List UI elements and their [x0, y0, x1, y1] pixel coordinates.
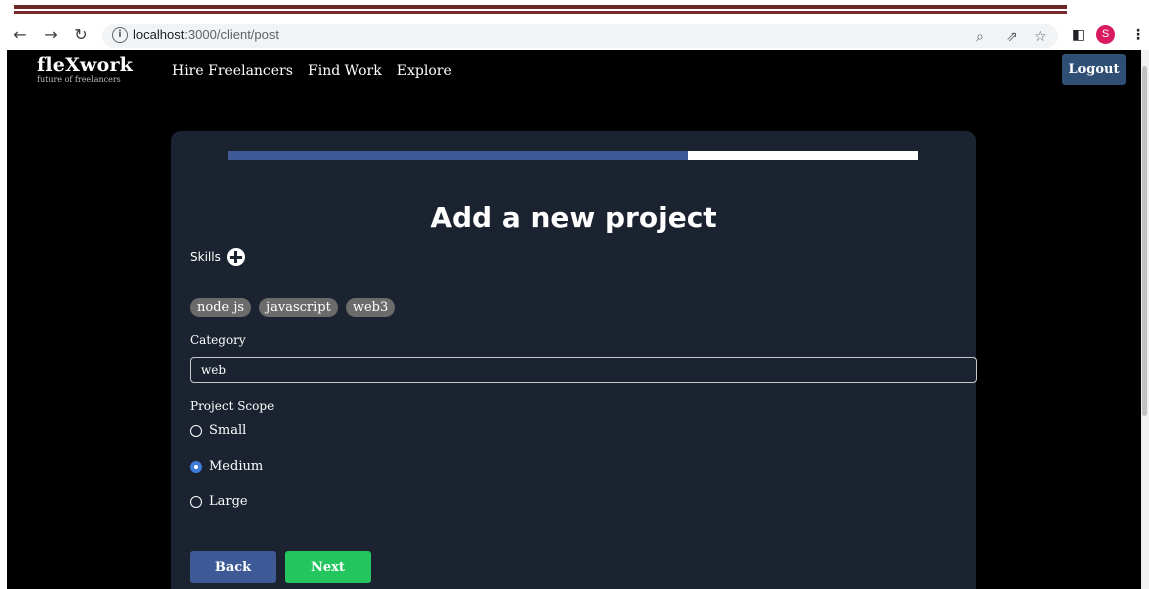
nav-explore[interactable]: Explore	[397, 63, 452, 79]
back-button[interactable]: Back	[190, 551, 276, 583]
menu-icon[interactable]: ⋮	[1131, 25, 1145, 45]
star-icon[interactable]: ☆	[1034, 27, 1047, 47]
strip-line	[14, 11, 1067, 14]
add-skill-icon[interactable]	[226, 248, 245, 266]
scope-option-medium[interactable]: Medium	[190, 459, 263, 474]
nav-hire-freelancers[interactable]: Hire Freelancers	[172, 63, 293, 79]
brand-tagline: future of freelancers	[37, 75, 121, 84]
skill-chips: node js javascript web3	[190, 298, 403, 317]
sidebar-icon[interactable]: ◧	[1072, 25, 1085, 45]
strip-line	[14, 5, 1067, 9]
browser-toolbar: ← → ↻ i localhost:3000/client/post ⌕ ⇗ ☆…	[0, 22, 1149, 50]
avatar[interactable]: S	[1096, 25, 1115, 44]
url-host: localhost	[133, 27, 185, 42]
skill-chip[interactable]: web3	[345, 298, 396, 317]
progress-fill	[228, 151, 689, 160]
url-text[interactable]: localhost:3000/client/post	[133, 27, 279, 42]
project-form-card: Add a new project Skills node js javascr…	[171, 131, 977, 589]
radio-button-checked[interactable]	[190, 460, 202, 473]
reload-icon[interactable]: ↻	[71, 25, 91, 45]
skill-chip[interactable]: node js	[190, 298, 252, 317]
radio-label: Large	[209, 494, 248, 509]
radio-label: Small	[209, 423, 247, 438]
info-icon[interactable]: i	[112, 27, 128, 43]
category-label: Category	[190, 333, 246, 347]
url-path: :3000/client/post	[184, 27, 279, 42]
forward-arrow-icon[interactable]: →	[41, 25, 61, 45]
app-viewport: fleXwork future of freelancers Hire Free…	[7, 50, 1141, 589]
radio-label: Medium	[209, 459, 264, 474]
skills-label: Skills	[190, 250, 221, 264]
nav-find-work[interactable]: Find Work	[308, 63, 382, 79]
back-arrow-icon[interactable]: ←	[10, 25, 30, 45]
scrollbar[interactable]	[1141, 50, 1149, 589]
radio-button[interactable]	[190, 424, 202, 437]
radio-button[interactable]	[190, 495, 202, 508]
scrollbar-thumb[interactable]	[1142, 66, 1147, 416]
progress-bar	[228, 151, 918, 160]
top-decorative-strip	[14, 0, 1067, 17]
next-button[interactable]: Next	[285, 551, 371, 583]
scope-option-large[interactable]: Large	[190, 494, 248, 509]
logout-button[interactable]: Logout	[1062, 54, 1126, 85]
scope-label: Project Scope	[190, 399, 275, 413]
share-icon[interactable]: ⇗	[1006, 27, 1018, 47]
scope-option-small[interactable]: Small	[190, 423, 246, 438]
zoom-icon[interactable]: ⌕	[976, 27, 984, 47]
category-input[interactable]	[190, 357, 977, 383]
brand-name: fleXwork	[37, 54, 134, 76]
address-bar[interactable]: i localhost:3000/client/post ⌕ ⇗ ☆	[102, 24, 1058, 48]
skill-chip[interactable]: javascript	[259, 298, 338, 317]
page-title: Add a new project	[430, 201, 717, 234]
skills-header: Skills	[190, 248, 245, 266]
top-nav: Hire Freelancers Find Work Explore	[172, 60, 462, 79]
brand-logo[interactable]: fleXwork future of freelancers	[37, 54, 133, 84]
